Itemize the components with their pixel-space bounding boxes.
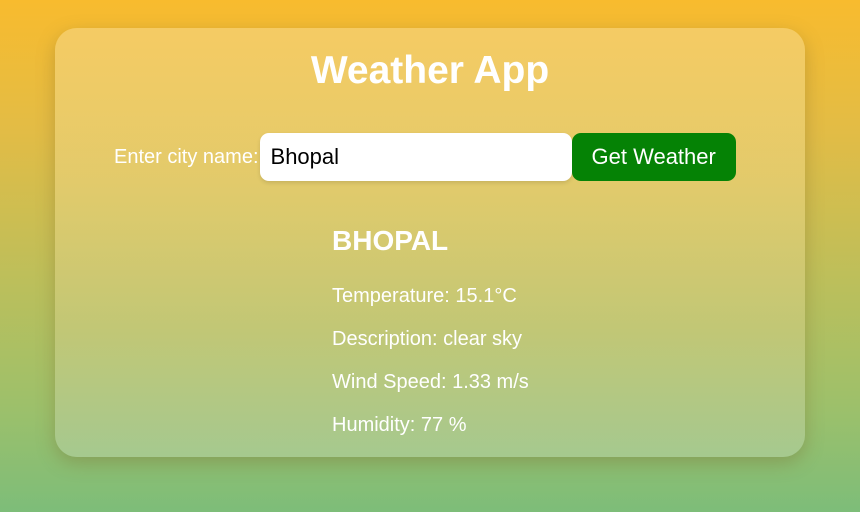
- city-search-form: Enter city name: Get Weather: [114, 133, 736, 181]
- result-city-name: BHOPAL: [332, 225, 449, 256]
- city-input[interactable]: [259, 133, 572, 181]
- temperature-text: Temperature: 15.1°C: [332, 285, 517, 307]
- description-text: Description: clear sky: [332, 328, 523, 350]
- city-input-label: Enter city name:: [114, 146, 259, 168]
- app-title: Weather App: [310, 49, 550, 92]
- humidity-text: Humidity: 77 %: [332, 414, 467, 436]
- get-weather-button[interactable]: Get Weather: [571, 133, 736, 181]
- weather-card: Weather App Enter city name: Get Weather…: [55, 28, 805, 457]
- wind-speed-text: Wind Speed: 1.33 m/s: [332, 371, 529, 393]
- weather-result: BHOPAL Temperature: 15.1°C Description: …: [332, 223, 529, 436]
